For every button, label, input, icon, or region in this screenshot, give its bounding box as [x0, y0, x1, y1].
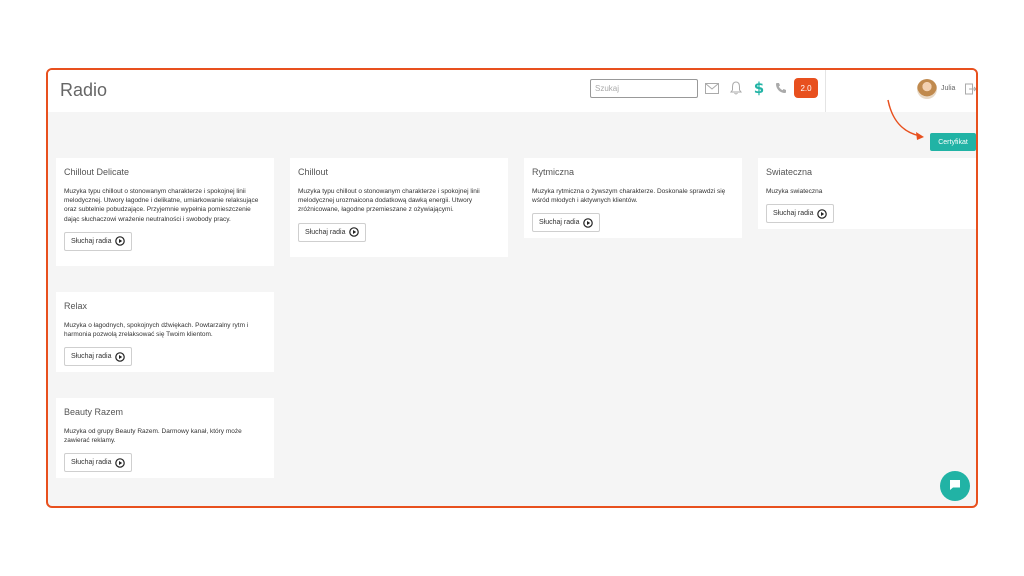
listen-radio-button[interactable]: Słuchaj radia — [298, 222, 367, 242]
mail-icon[interactable] — [704, 80, 720, 96]
page-title: Radio — [60, 80, 108, 100]
play-icon — [115, 458, 126, 468]
listen-label: Słuchaj radia — [71, 237, 112, 245]
listen-radio-button[interactable]: Słuchaj radia — [766, 204, 835, 224]
listen-label: Słuchaj radia — [539, 219, 580, 227]
dollar-icon[interactable]: $ — [751, 79, 767, 97]
listen-radio-button[interactable]: Słuchaj radia — [64, 231, 133, 251]
app-window: Radio $ 2.0 Julia Certyfikat Chillout De… — [46, 68, 978, 508]
station-card: Relax Muzyka o łagodnych, spokojnych dźw… — [56, 292, 274, 372]
play-icon — [817, 208, 828, 219]
station-description: Muzyka typu chillout o stonowanym charak… — [298, 188, 480, 214]
bell-icon[interactable] — [728, 80, 744, 96]
station-title: Chillout — [298, 167, 329, 177]
station-card: Rytmiczna Muzyka rytmiczna o żywszym cha… — [524, 158, 742, 238]
listen-label: Słuchaj radia — [773, 210, 814, 218]
avatar[interactable] — [917, 79, 937, 99]
station-card: Swiateczna Muzyka swiateczna Słuchaj rad… — [758, 158, 976, 229]
station-title: Rytmiczna — [532, 167, 575, 177]
play-icon — [583, 218, 594, 228]
logout-icon[interactable] — [965, 82, 976, 96]
listen-radio-button[interactable]: Słuchaj radia — [532, 213, 601, 233]
station-description: Muzyka typu chillout o stonowanym charak… — [64, 188, 259, 223]
play-icon — [115, 236, 126, 247]
station-title: Swiateczna — [766, 167, 813, 177]
listen-label: Słuchaj radia — [71, 353, 112, 361]
listen-label: Słuchaj radia — [305, 228, 346, 236]
station-title: Beauty Razem — [64, 407, 124, 417]
station-card: Chillout Muzyka typu chillout o stonowan… — [290, 158, 508, 257]
listen-radio-button[interactable]: Słuchaj radia — [64, 347, 133, 367]
top-bar: Radio $ 2.0 Julia — [48, 70, 976, 112]
divider — [825, 70, 826, 112]
station-title: Chillout Delicate — [64, 167, 130, 177]
certificate-button[interactable]: Certyfikat — [930, 133, 976, 151]
phone-icon[interactable] — [773, 80, 789, 96]
station-card: Chillout Delicate Muzyka typu chillout o… — [56, 158, 274, 266]
station-description: Muzyka od grupy Beauty Razem. Darmowy ka… — [64, 428, 242, 445]
listen-radio-button[interactable]: Słuchaj radia — [64, 453, 133, 473]
chat-icon — [949, 479, 961, 494]
play-icon — [349, 227, 360, 237]
listen-label: Słuchaj radia — [71, 459, 112, 467]
user-name[interactable]: Julia — [941, 85, 955, 92]
station-description: Muzyka o łagodnych, spokojnych dźwiękach… — [64, 322, 249, 339]
station-description: Muzyka swiateczna — [766, 188, 823, 195]
station-card: Beauty Razem Muzyka od grupy Beauty Raze… — [56, 398, 274, 478]
play-icon — [115, 352, 126, 362]
chat-button[interactable] — [940, 471, 970, 501]
station-description: Muzyka rytmiczna o żywszym charakterze. … — [532, 188, 726, 205]
search-input[interactable] — [590, 79, 698, 98]
version-badge[interactable]: 2.0 — [794, 78, 818, 98]
station-title: Relax — [64, 301, 88, 311]
arrow-icon — [887, 99, 924, 140]
